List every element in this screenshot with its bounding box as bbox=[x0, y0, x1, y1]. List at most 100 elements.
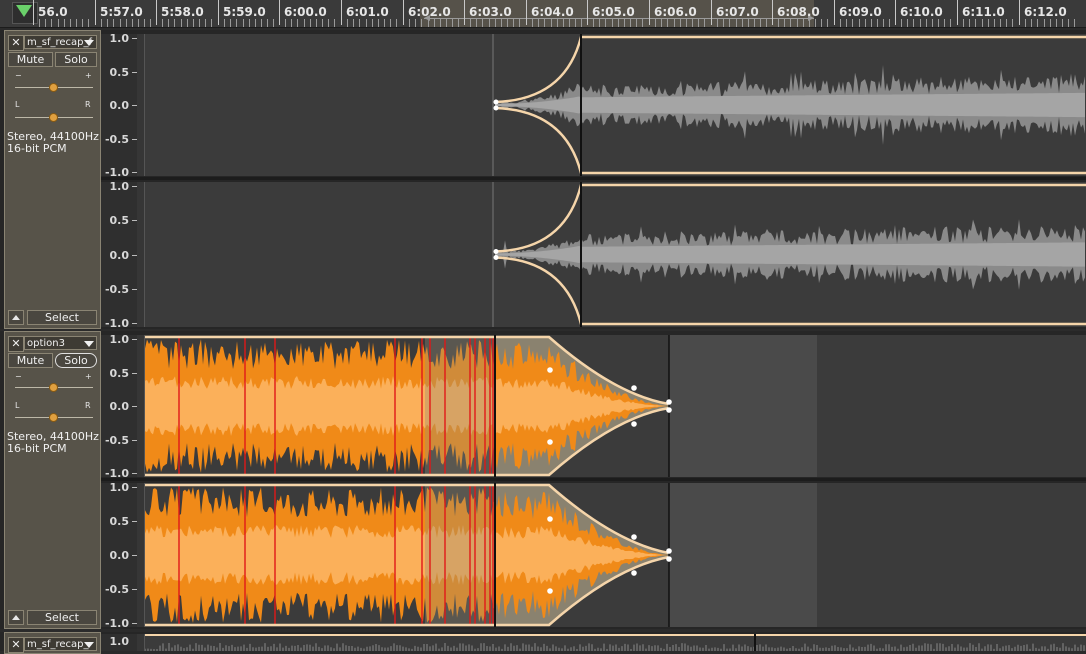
ruler-minor-tick bbox=[297, 19, 298, 27]
scale-label: -1.0 bbox=[104, 617, 129, 630]
solo-button[interactable]: Solo bbox=[55, 52, 97, 67]
ruler-minor-tick bbox=[174, 19, 175, 27]
gain-minus-label: − bbox=[15, 372, 22, 381]
scale-label: -0.5 bbox=[104, 282, 129, 296]
ruler-minor-tick bbox=[199, 19, 200, 27]
ruler-minor-tick bbox=[39, 19, 40, 27]
ruler-minor-tick bbox=[889, 19, 890, 27]
mute-button[interactable]: Mute bbox=[8, 52, 53, 67]
ruler-minor-tick bbox=[285, 19, 286, 27]
gain-slider-knob[interactable] bbox=[49, 383, 58, 392]
play-indicator-icon[interactable] bbox=[16, 5, 32, 17]
ruler-minor-tick bbox=[1068, 19, 1069, 27]
envelope-point bbox=[547, 516, 553, 522]
ruler-minor-tick bbox=[963, 19, 964, 27]
collapse-arrow-icon[interactable] bbox=[8, 310, 24, 325]
ruler-label: 6:08.0 bbox=[777, 5, 820, 19]
ruler-minor-tick bbox=[575, 19, 576, 27]
ruler-minor-tick bbox=[211, 19, 212, 27]
scale-label: 0.5 bbox=[109, 214, 130, 228]
ruler-minor-tick bbox=[249, 19, 250, 27]
pan-slider-knob[interactable] bbox=[49, 113, 58, 122]
ruler-minor-tick bbox=[975, 19, 976, 27]
ruler-minor-tick bbox=[372, 19, 373, 27]
ruler-minor-tick bbox=[64, 19, 65, 27]
dropdown-arrow-icon bbox=[84, 40, 94, 46]
ruler-minor-tick bbox=[322, 19, 323, 27]
channel-gutter bbox=[137, 182, 145, 327]
audio-track-1[interactable]: ✕ m_sf_recap_f Mute Solo − + L R Stereo,… bbox=[0, 30, 1086, 330]
mute-button[interactable]: Mute bbox=[8, 353, 53, 368]
envelope-point bbox=[547, 588, 553, 594]
track-name-menu[interactable]: m_sf_recap_ bbox=[24, 637, 97, 651]
ruler-minor-tick bbox=[877, 19, 878, 27]
scale-label: 0.5 bbox=[109, 65, 130, 79]
envelope-point bbox=[631, 534, 637, 540]
channel-gutter bbox=[137, 335, 145, 477]
close-icon[interactable]: ✕ bbox=[8, 35, 24, 51]
scale-label: 0.5 bbox=[109, 366, 130, 380]
waveform-channel-left[interactable] bbox=[145, 34, 1086, 176]
ruler-minor-tick bbox=[132, 19, 133, 27]
timeline-ruler[interactable]: 56.0 5:57.0 5:58.0 5:59.0 6:00.0 6:01.0 6:02.0… bbox=[0, 0, 1086, 28]
gain-slider[interactable] bbox=[15, 383, 93, 392]
waveform-channel-right[interactable] bbox=[145, 182, 1086, 327]
waveform-channel-left[interactable] bbox=[145, 634, 1086, 651]
ruler-label: 6:03.0 bbox=[469, 5, 512, 19]
pan-slider[interactable] bbox=[15, 113, 93, 122]
envelope-point bbox=[547, 439, 553, 445]
ruler-minor-tick bbox=[243, 19, 244, 27]
audio-track-3[interactable]: ✕ m_sf_recap_ 1.0 bbox=[0, 632, 1086, 654]
pan-slider[interactable] bbox=[15, 413, 93, 422]
ruler-minor-tick bbox=[680, 19, 681, 27]
ruler-minor-tick bbox=[569, 19, 570, 27]
ruler-label: 6:00.0 bbox=[284, 5, 327, 19]
waveform-channel-right[interactable] bbox=[145, 483, 1086, 627]
audio-track-2[interactable]: ✕ option3 Mute Solo − + L R Stereo, 4410… bbox=[0, 331, 1086, 630]
collapse-arrow-icon[interactable] bbox=[8, 610, 24, 625]
ruler-minor-tick bbox=[495, 19, 496, 27]
select-button[interactable]: Select bbox=[27, 310, 97, 325]
ruler-minor-tick bbox=[784, 19, 785, 27]
ruler-minor-tick bbox=[704, 19, 705, 27]
empty-region bbox=[817, 483, 1086, 627]
ruler-minor-tick bbox=[797, 19, 798, 27]
amplitude-scale-left: 1.0 0.5 0.0 -0.5 -1.0 bbox=[101, 333, 138, 480]
pan-slider-knob[interactable] bbox=[49, 413, 58, 422]
solo-button[interactable]: Solo bbox=[55, 353, 97, 368]
ruler-label: 6:06.0 bbox=[654, 5, 697, 19]
ruler-minor-tick bbox=[532, 19, 533, 27]
dropdown-arrow-icon bbox=[84, 642, 94, 648]
ruler-minor-tick bbox=[224, 19, 225, 27]
gain-slider-knob[interactable] bbox=[49, 83, 58, 92]
track-name-menu[interactable]: m_sf_recap_f bbox=[24, 35, 97, 49]
ruler-minor-tick bbox=[599, 19, 600, 27]
close-icon[interactable]: ✕ bbox=[8, 336, 24, 352]
ruler-minor-tick bbox=[107, 19, 108, 27]
envelope-point bbox=[631, 385, 637, 391]
ruler-minor-tick bbox=[267, 19, 268, 27]
ruler-minor-tick bbox=[618, 19, 619, 27]
ruler-minor-tick bbox=[120, 19, 121, 27]
ruler-minor-tick bbox=[513, 19, 514, 27]
channel-gutter bbox=[137, 483, 145, 627]
pan-right-label: R bbox=[85, 100, 91, 109]
ruler-minor-tick bbox=[489, 19, 490, 27]
ruler-minor-tick bbox=[950, 19, 951, 27]
ruler-minor-tick bbox=[126, 19, 127, 27]
gain-slider[interactable] bbox=[15, 83, 93, 92]
ruler-minor-tick bbox=[396, 19, 397, 27]
ruler-label: 6:01.0 bbox=[346, 5, 389, 19]
ruler-minor-tick bbox=[58, 19, 59, 27]
select-button[interactable]: Select bbox=[27, 610, 97, 625]
amplitude-scale-right: 1.0 0.5 0.0 -0.5 -1.0 bbox=[101, 481, 138, 630]
scale-label: 0.0 bbox=[109, 549, 130, 562]
ruler-minor-tick bbox=[113, 19, 114, 27]
track-name-menu[interactable]: option3 bbox=[24, 336, 97, 350]
waveform-channel-left[interactable] bbox=[145, 335, 1086, 477]
ruler-minor-tick bbox=[353, 19, 354, 27]
ruler-minor-tick bbox=[538, 19, 539, 27]
ruler-minor-tick bbox=[1056, 19, 1057, 27]
envelope-point bbox=[666, 556, 672, 562]
ruler-minor-tick bbox=[162, 19, 163, 27]
